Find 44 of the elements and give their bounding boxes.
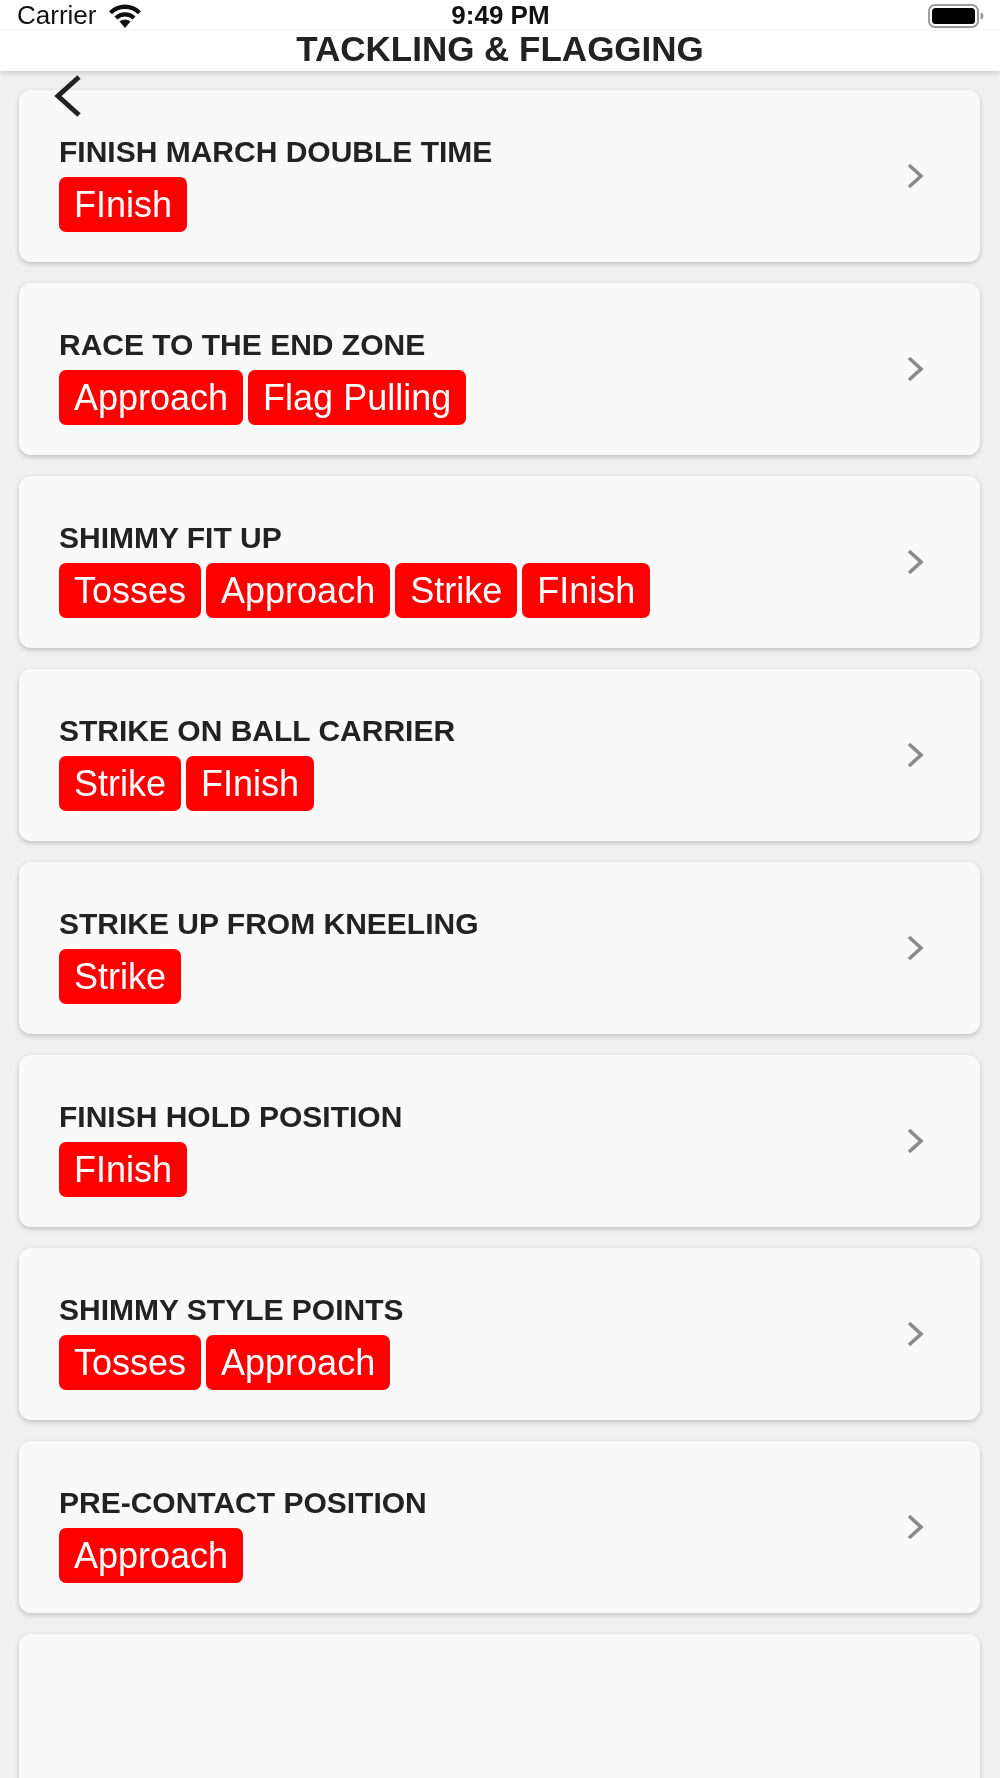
drill-card[interactable]: STRIKE UP FROM KNEELING Strike — [19, 862, 980, 1034]
category-tag: FInish — [59, 1142, 188, 1197]
chevron-right-icon — [906, 742, 924, 768]
drill-title: RACE TO THE END ZONE — [59, 327, 426, 363]
drill-card[interactable]: RACE TO THE END ZONE Approach Flag Pulling — [19, 283, 980, 455]
chevron-right-icon — [906, 163, 924, 189]
category-tag: FInish — [522, 563, 651, 618]
category-tag: Approach — [59, 370, 244, 425]
drill-title: FINISH HOLD POSITION — [59, 1099, 403, 1135]
screen-title: TACKLING & FLAGGING — [296, 28, 704, 70]
wifi-icon — [108, 3, 143, 28]
chevron-right-icon — [906, 1514, 924, 1540]
drill-title: STRIKE ON BALL CARRIER — [59, 713, 456, 749]
chevron-right-icon — [906, 356, 924, 382]
chevron-right-icon — [906, 1321, 924, 1347]
chevron-right-icon — [906, 935, 924, 961]
category-tag: FInish — [59, 177, 188, 232]
category-tag: Strike — [59, 949, 182, 1004]
category-tag: Tosses — [59, 1335, 202, 1390]
drill-title: SHIMMY STYLE POINTS — [59, 1292, 404, 1328]
drill-card[interactable]: FINISH MARCH DOUBLE TIME FInish — [19, 90, 980, 262]
drill-title: STRIKE UP FROM KNEELING — [59, 906, 479, 942]
chevron-right-icon — [906, 1128, 924, 1154]
category-tag: Strike — [395, 563, 518, 618]
drill-card[interactable]: STRIKE ON BALL CARRIER Strike FInish — [19, 669, 980, 841]
drill-title: SHIMMY FIT UP — [59, 520, 282, 556]
back-icon[interactable] — [53, 74, 83, 118]
drill-title: PRE-CONTACT POSITION — [59, 1485, 427, 1521]
drill-card[interactable]: FINISH HOLD POSITION FInish — [19, 1055, 980, 1227]
category-tag: FInish — [186, 756, 315, 811]
category-tag: Approach — [206, 563, 391, 618]
category-tag: Approach — [206, 1335, 391, 1390]
drill-card[interactable]: PRE-CONTACT POSITION Approach — [19, 1441, 980, 1613]
category-tag: Strike — [59, 756, 182, 811]
category-tag: Tosses — [59, 563, 202, 618]
drill-card[interactable]: SHIMMY FIT UP Tosses Approach Strike FInish — [19, 476, 980, 648]
category-tag: Approach — [59, 1528, 244, 1583]
drill-card[interactable]: SHIMMY STYLE POINTS Tosses Approach — [19, 1248, 980, 1420]
status-time: 9:49 PM — [451, 0, 550, 31]
category-tag: Flag Pulling — [248, 370, 467, 425]
drill-title: FINISH MARCH DOUBLE TIME — [59, 134, 493, 170]
battery-icon — [928, 3, 984, 28]
carrier-name: Carrier — [17, 0, 97, 31]
chevron-right-icon — [906, 549, 924, 575]
